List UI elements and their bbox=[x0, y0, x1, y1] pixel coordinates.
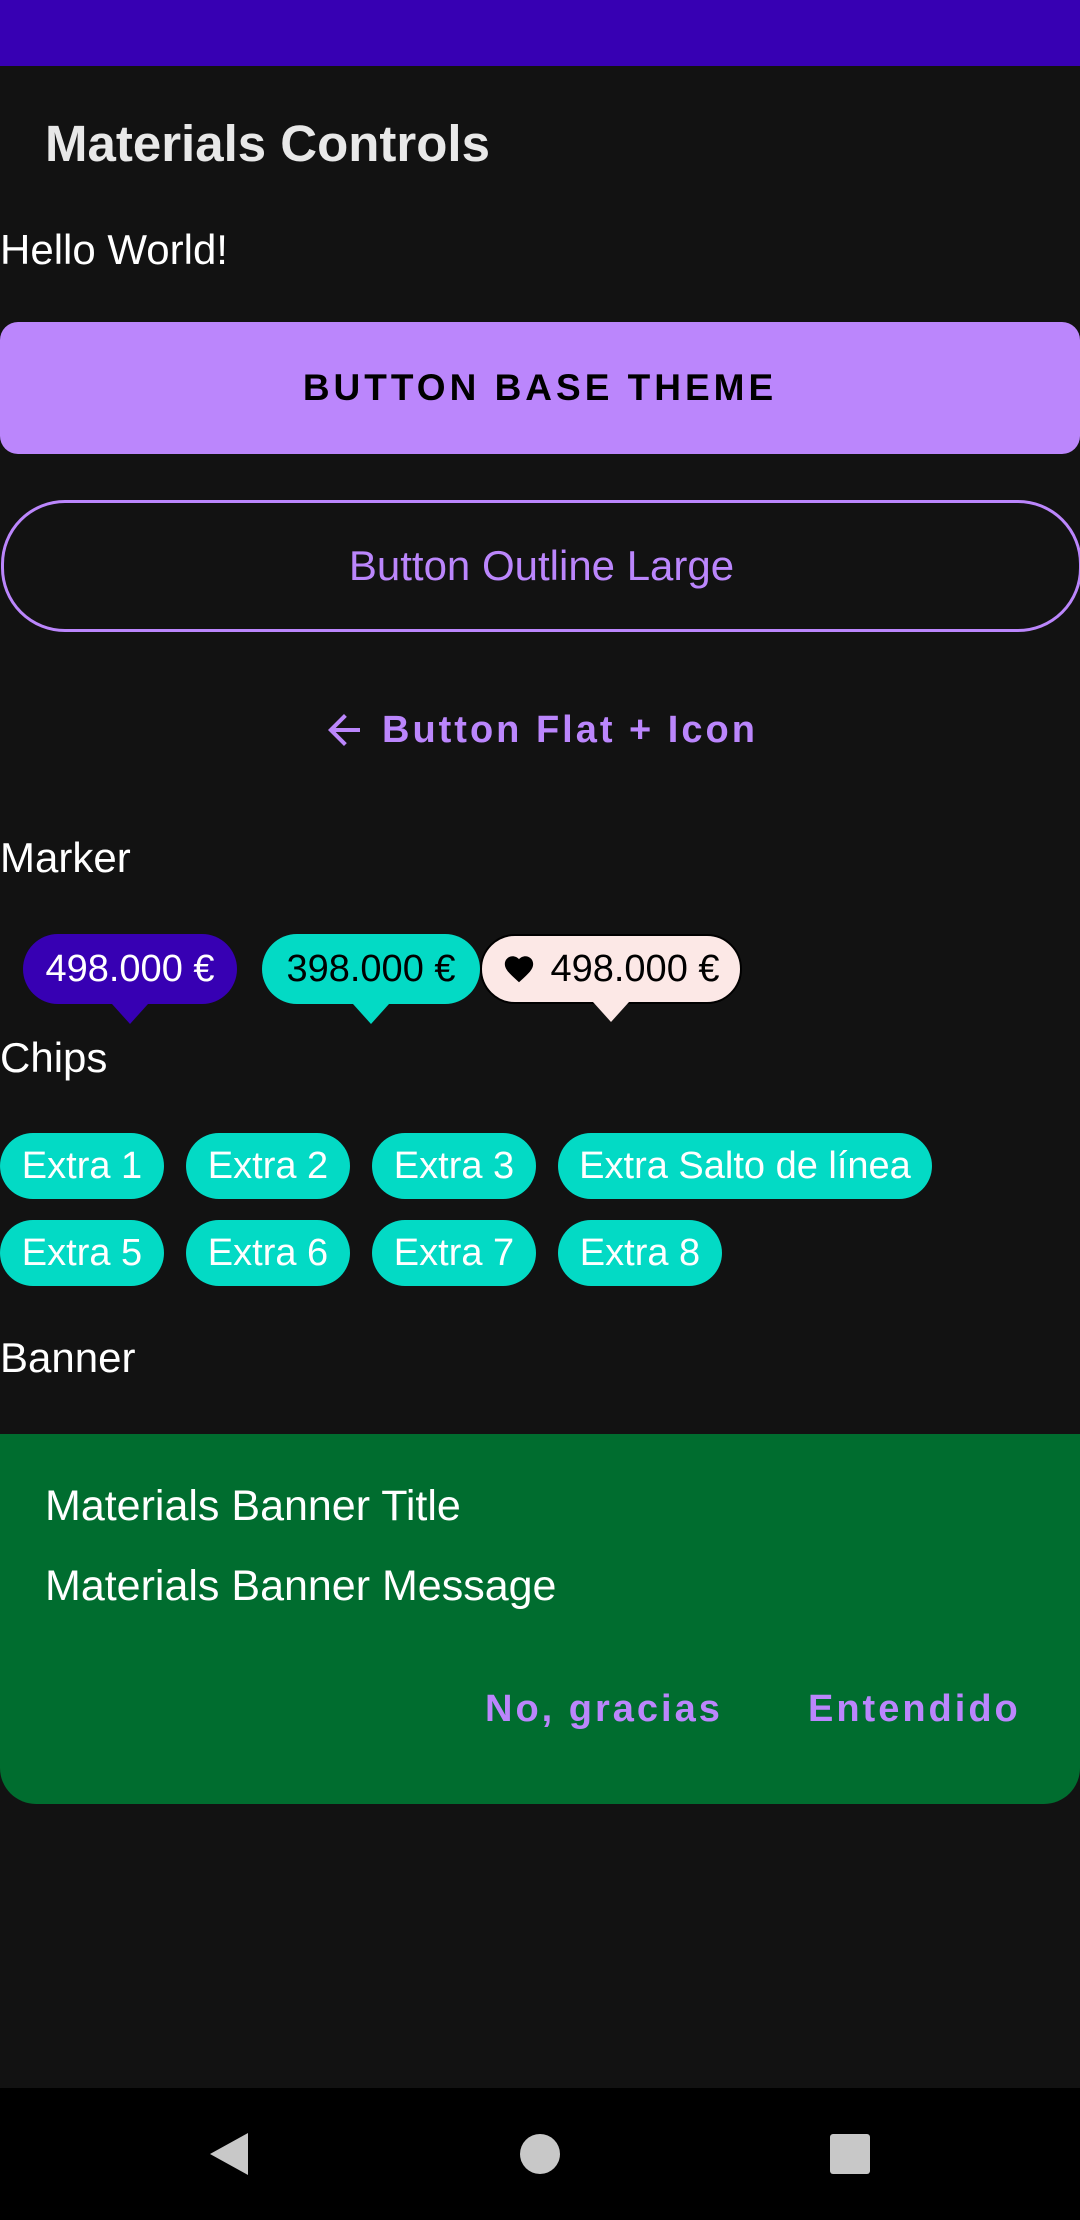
marker-3-label: 498.000 € bbox=[550, 947, 720, 990]
hello-text: Hello World! bbox=[0, 226, 228, 273]
marker-2[interactable]: 398.000 € bbox=[262, 934, 480, 1024]
button-outline-large[interactable]: Button Outline Large bbox=[1, 500, 1080, 632]
nav-recents-button[interactable] bbox=[814, 2118, 886, 2190]
heart-icon bbox=[505, 956, 534, 983]
marker-3-tail bbox=[593, 1002, 629, 1022]
marker-2-tail bbox=[353, 1004, 389, 1024]
chip-extra-5[interactable]: Extra 5 bbox=[0, 1220, 164, 1286]
chip-extra-8[interactable]: Extra 8 bbox=[558, 1220, 722, 1286]
arrow-back-icon bbox=[328, 714, 360, 746]
marker-1-label: 498.000 € bbox=[45, 947, 215, 990]
chip-extra-4[interactable]: Extra Salto de línea bbox=[558, 1133, 932, 1199]
nav-home-button[interactable] bbox=[504, 2118, 576, 2190]
button-flat-icon[interactable]: Button Flat + Icon bbox=[320, 690, 758, 770]
banner-message: Materials Banner Message bbox=[45, 1562, 557, 1610]
recents-square-icon bbox=[830, 2134, 870, 2174]
button-base-theme[interactable]: BUTTON BASE THEME bbox=[0, 322, 1080, 454]
app-bar: Materials Controls bbox=[0, 66, 1080, 226]
marker-1-tail bbox=[112, 1004, 148, 1024]
banner-dismiss-button[interactable]: No, gracias bbox=[485, 1688, 723, 1731]
marker-2-label: 398.000 € bbox=[286, 947, 456, 990]
chips-section-label: Chips bbox=[0, 1034, 108, 1081]
banner-title: Materials Banner Title bbox=[45, 1482, 461, 1530]
nav-back-button[interactable] bbox=[193, 2118, 265, 2190]
chip-extra-6[interactable]: Extra 6 bbox=[186, 1220, 350, 1286]
home-circle-icon bbox=[520, 2134, 560, 2174]
banner-confirm-button[interactable]: Entendido bbox=[808, 1688, 1021, 1731]
chip-extra-3[interactable]: Extra 3 bbox=[372, 1133, 536, 1199]
marker-section-label: Marker bbox=[0, 834, 131, 881]
chip-extra-7[interactable]: Extra 7 bbox=[372, 1220, 536, 1286]
marker-3[interactable]: 498.000 € bbox=[480, 934, 742, 1022]
banner-section-label: Banner bbox=[0, 1334, 136, 1381]
marker-1[interactable]: 498.000 € bbox=[23, 934, 237, 1024]
chip-extra-1[interactable]: Extra 1 bbox=[0, 1133, 164, 1199]
navigation-bar bbox=[0, 2088, 1080, 2220]
app-title: Materials Controls bbox=[45, 115, 490, 172]
status-bar bbox=[0, 0, 1080, 66]
button-flat-label: Button Flat + Icon bbox=[382, 708, 758, 751]
materials-banner: Materials Banner Title Materials Banner … bbox=[0, 1434, 1080, 1804]
back-triangle-icon bbox=[210, 2133, 248, 2175]
chip-extra-2[interactable]: Extra 2 bbox=[186, 1133, 350, 1199]
